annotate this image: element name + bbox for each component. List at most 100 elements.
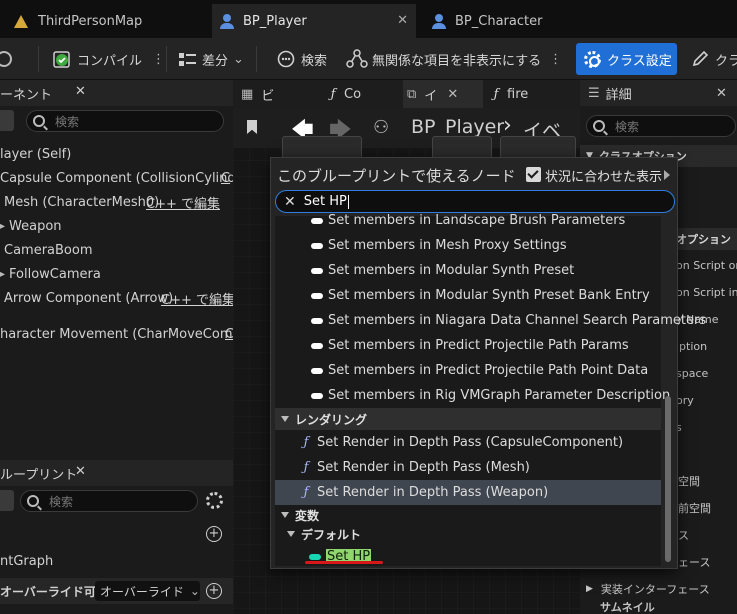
- details-search-input[interactable]: 検索: [586, 115, 736, 137]
- context-sensitive-checkbox[interactable]: [526, 167, 541, 182]
- component-row-self[interactable]: layer (Self): [0, 142, 233, 166]
- struct-icon: [311, 242, 323, 249]
- compile-options-icon[interactable]: ⋮: [152, 52, 165, 67]
- edit-in-cpp-link[interactable]: C++ で編集: [161, 289, 235, 308]
- list-item[interactable]: Set members in Predict Projectile Path P…: [275, 358, 661, 383]
- add-override-icon[interactable]: +: [206, 583, 222, 599]
- add-component-button[interactable]: [0, 110, 14, 131]
- class-settings-button[interactable]: クラス設定: [576, 43, 677, 75]
- add-graph-icon[interactable]: +: [206, 526, 222, 542]
- struct-icon: [311, 342, 323, 349]
- tab-thirdpersonmap[interactable]: ThirdPersonMap: [6, 4, 206, 38]
- class-defaults-button[interactable]: クラ: [690, 46, 737, 72]
- struct-icon: [311, 392, 323, 399]
- close-icon[interactable]: ✕: [447, 87, 458, 102]
- chevron-down-icon: ⌄: [233, 51, 244, 67]
- components-panel-header: ーネント ✕: [0, 80, 233, 106]
- action-menu-title: このブループリントで使えるノード: [277, 167, 516, 185]
- compile-button[interactable]: コンパイル ⋮: [52, 46, 165, 72]
- details-row-implemented-interfaces[interactable]: ▶ 実装インターフェース: [580, 575, 737, 602]
- edit-in-cpp-link[interactable]: C++ で編集: [146, 193, 220, 212]
- bookmark-icon[interactable]: [247, 120, 257, 134]
- component-row-weapon[interactable]: ▸ Weapon: [0, 214, 233, 238]
- toolbar-divider: [38, 46, 39, 72]
- override-dropdown[interactable]: オーバーライド ⌄: [95, 581, 200, 601]
- settings-gear-icon[interactable]: [206, 492, 223, 509]
- annotation-underline: [305, 561, 383, 564]
- blueprint-action-menu: このブループリントで使えるノード 状況に合わせた表示 ✕ Set HP Set …: [270, 157, 706, 569]
- pencil-icon: [692, 50, 709, 67]
- main-toolbar: コンパイル ⋮ 差分 ⌄ 検索 無関係な項目を非表示にする ⋮ クラス設定 クラ: [0, 38, 737, 80]
- add-button[interactable]: [0, 490, 14, 511]
- document-tab-bar: ThirdPersonMap BP_Player ✕ BP_Character: [0, 0, 737, 38]
- struct-icon: [311, 367, 323, 374]
- list-item[interactable]: Set members in Landscape Brush Parameter…: [275, 208, 661, 233]
- breadcrumb-separator: ›: [503, 113, 512, 138]
- close-icon[interactable]: ✕: [75, 464, 86, 479]
- edit-in-cpp-link[interactable]: C: [221, 171, 230, 186]
- expand-arrow-icon[interactable]: ▸: [0, 269, 5, 280]
- graph-tab-construction[interactable]: ƒ Co: [328, 80, 404, 108]
- function-icon: ƒ: [303, 485, 309, 500]
- list-item-set-hp[interactable]: Set HP: [275, 544, 661, 569]
- component-row-capsule[interactable]: Capsule Component (CollisionCylinder) C: [0, 166, 254, 190]
- struct-icon: [311, 317, 323, 324]
- function-icon: ƒ: [330, 86, 336, 102]
- graph-item-eventgraph[interactable]: ntGraph: [0, 549, 233, 573]
- search-bubble-icon: [277, 50, 295, 68]
- tab-bp-player[interactable]: BP_Player ✕: [212, 4, 416, 38]
- chevron-down-icon: ⌄: [189, 584, 200, 598]
- text-cursor: [347, 194, 349, 209]
- struct-icon: [311, 267, 323, 274]
- expand-right-icon[interactable]: [664, 170, 670, 180]
- toolbar-partial-icon: [0, 46, 14, 72]
- hide-options-icon[interactable]: ⋮: [549, 52, 562, 67]
- chevron-down-icon: [281, 512, 289, 518]
- tab-bp-character[interactable]: BP_Character: [424, 4, 624, 38]
- list-item[interactable]: Set members in Niagara Data Channel Sear…: [275, 308, 706, 333]
- blueprint-icon: [220, 13, 234, 29]
- find-button[interactable]: 検索: [276, 46, 327, 72]
- list-item[interactable]: ƒ Set Render in Depth Pass (CapsuleCompon…: [275, 430, 661, 455]
- category-default[interactable]: デフォルト: [275, 523, 661, 545]
- expand-arrow-icon[interactable]: ▸: [0, 221, 5, 232]
- diff-button[interactable]: 差分 ⌄: [178, 46, 244, 72]
- list-item[interactable]: Set members in Predict Projectile Path P…: [275, 333, 661, 358]
- graph-tab-fire[interactable]: ƒ fire: [491, 80, 571, 108]
- map-icon: [14, 14, 28, 28]
- component-row-arrow[interactable]: Arrow Component (Arrow) C++ で編集: [0, 286, 235, 310]
- function-icon: ƒ: [303, 435, 309, 450]
- hide-unrelated-button[interactable]: 無関係な項目を非表示にする ⋮: [346, 46, 562, 72]
- my-blueprint-search-input[interactable]: 検索: [20, 490, 198, 512]
- close-icon[interactable]: ✕: [716, 86, 727, 101]
- list-item[interactable]: Set members in Modular Synth Preset Bank…: [275, 283, 661, 308]
- component-row-character-movement[interactable]: haracter Movement (CharMoveComp) C: [0, 322, 246, 346]
- toolbar-divider: [256, 46, 257, 72]
- graph-tab-event[interactable]: ⧉ イ ✕: [403, 80, 483, 108]
- list-item-selected[interactable]: ƒ Set Render in Depth Pass (Weapon): [275, 480, 661, 505]
- action-list: Set members in Landscape Brush Parameter…: [275, 213, 706, 569]
- close-icon[interactable]: ✕: [75, 84, 86, 99]
- list-item[interactable]: ƒ Set Render in Depth Pass (Mesh): [275, 455, 661, 480]
- component-row-cameraboom[interactable]: CameraBoom: [0, 238, 233, 262]
- expand-arrow-icon: ▶: [586, 583, 593, 594]
- ring-icon: [0, 51, 12, 67]
- blueprint-icon: [432, 13, 446, 29]
- list-item[interactable]: Set members in Mesh Proxy Settings: [275, 233, 661, 258]
- overridable-functions-row: オーバーライド可能 オーバーライド ⌄ +: [0, 578, 233, 604]
- category-rendering[interactable]: レンダリング: [275, 408, 661, 430]
- list-item[interactable]: Set members in Modular Synth Preset: [275, 258, 661, 283]
- graph-tab-viewport[interactable]: ▦ ビ: [241, 80, 321, 108]
- close-icon[interactable]: ✕: [397, 13, 408, 28]
- list-scrollbar[interactable]: [665, 396, 671, 562]
- components-search-input[interactable]: 検索: [26, 110, 224, 132]
- chevron-down-icon: [287, 531, 295, 537]
- variable-icon: [309, 553, 321, 560]
- breadcrumb-blueprint[interactable]: BP_Player: [411, 116, 504, 138]
- list-item[interactable]: Set members in Rig VMGraph Parameter Des…: [275, 383, 670, 408]
- toolbar-divider: [166, 46, 167, 72]
- struct-icon: [311, 217, 323, 224]
- component-row-mesh[interactable]: Mesh (CharacterMesh0) C++ で編集: [0, 190, 233, 214]
- hierarchy-icon: ⚇: [373, 117, 390, 138]
- component-row-followcamera[interactable]: ▸ FollowCamera: [0, 262, 233, 286]
